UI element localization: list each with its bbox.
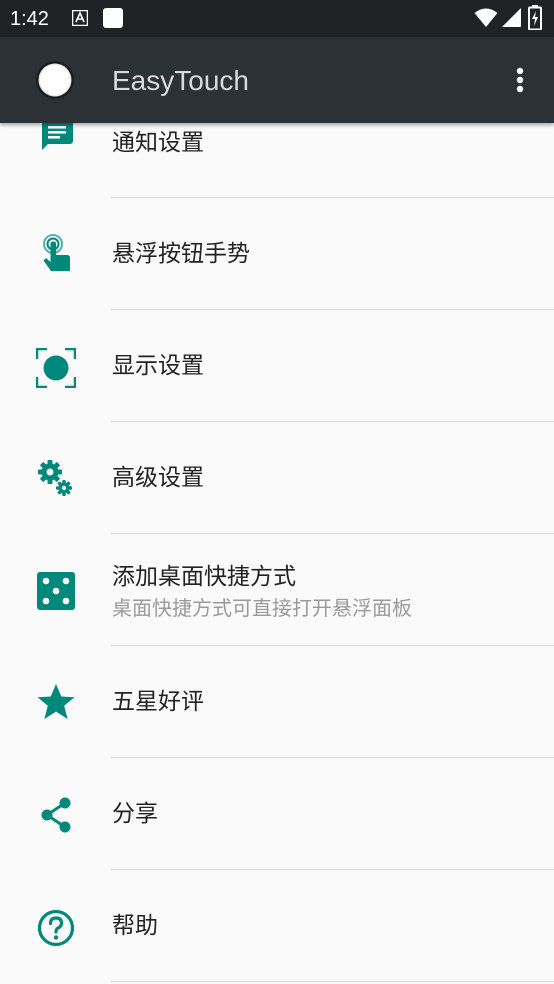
share-icon [41, 797, 71, 833]
help-icon [37, 909, 75, 947]
gears-icon [38, 460, 72, 496]
battery-charging-icon [528, 5, 542, 30]
display-icon [36, 348, 76, 388]
star-icon [37, 684, 75, 719]
divider [111, 981, 554, 982]
list-item-help[interactable]: 帮助 [0, 870, 554, 982]
touch-gesture-icon [43, 234, 70, 271]
app-bar: EasyTouch [0, 37, 554, 123]
list-item-rate-app[interactable]: 五星好评 [0, 646, 554, 758]
list-item-share[interactable]: 分享 [0, 758, 554, 870]
item-subtitle: 桌面快捷方式可直接打开悬浮面板 [112, 596, 412, 620]
app-logo-icon [36, 61, 74, 99]
status-time: 1:42 [10, 8, 49, 30]
wifi-icon [474, 8, 498, 27]
item-title: 悬浮按钮手势 [112, 241, 250, 267]
more-options-icon[interactable] [504, 62, 536, 98]
item-title: 帮助 [112, 913, 158, 939]
dice-icon [37, 572, 75, 610]
status-bar: 1:42 [0, 0, 554, 37]
app-title: EasyTouch [112, 65, 249, 96]
item-title: 五星好评 [112, 689, 204, 715]
keyboard-notification-icon [72, 10, 88, 26]
item-title: 高级设置 [112, 465, 204, 491]
item-title: 添加桌面快捷方式 [112, 564, 296, 590]
list-item-display-settings[interactable]: 显示设置 [0, 310, 554, 422]
item-title: 显示设置 [112, 353, 204, 379]
list-item-notification-settings[interactable]: 通知设置 [0, 123, 554, 198]
notification-message-icon [42, 123, 73, 150]
list-item-add-shortcut[interactable]: 添加桌面快捷方式 桌面快捷方式可直接打开悬浮面板 [0, 534, 554, 646]
app-notification-icon [103, 8, 123, 28]
list-item-advanced-settings[interactable]: 高级设置 [0, 422, 554, 534]
item-title: 通知设置 [112, 130, 204, 156]
cellular-signal-icon [502, 8, 521, 27]
item-title: 分享 [112, 801, 158, 827]
settings-list: 通知设置 悬浮按钮手势 显示设置 高级设置 添加桌面快捷方式 桌面快捷方式可直接… [0, 123, 554, 984]
list-item-gesture-settings[interactable]: 悬浮按钮手势 [0, 198, 554, 310]
